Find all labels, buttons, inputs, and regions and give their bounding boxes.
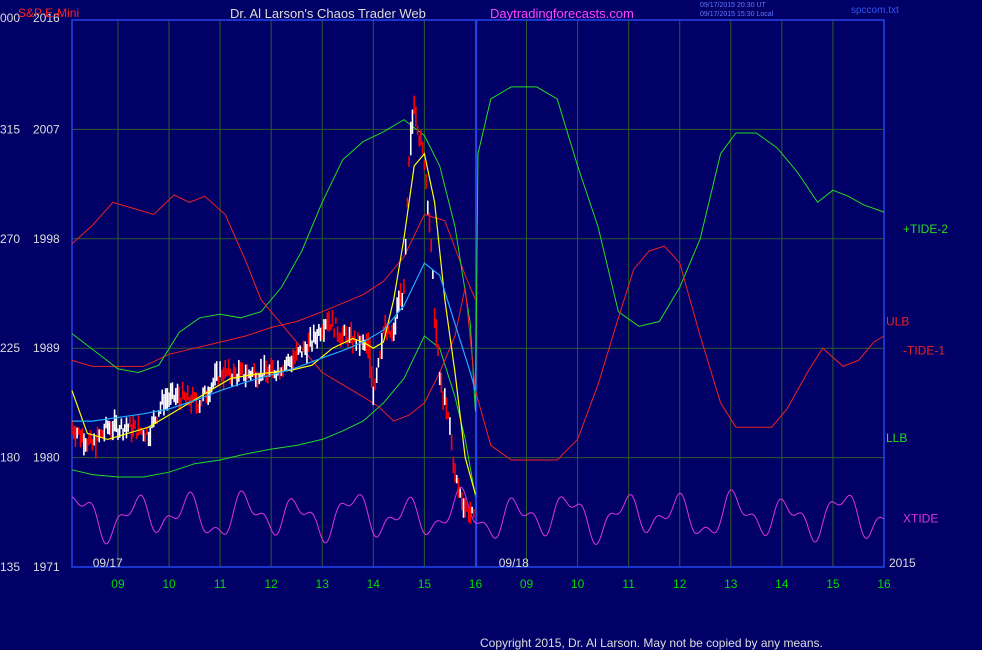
ulb-line (71, 213, 476, 367)
y-angle-label: 180 (0, 451, 20, 465)
x-tick-label: 13 (316, 577, 330, 591)
ma-fast-line (72, 262, 476, 422)
x-tick-label: 14 (367, 577, 381, 591)
y-tick-label: 1989 (33, 341, 60, 355)
day-label: 09/18 (499, 556, 529, 570)
y-tick-label: 1980 (33, 451, 60, 465)
y-tick-label: 1998 (33, 232, 60, 246)
x-tick-label: 13 (724, 577, 738, 591)
series-label: +TIDE-2 (903, 222, 948, 236)
series-label: -TIDE-1 (903, 344, 945, 358)
x-tick-label: 16 (877, 577, 891, 591)
year-label: 2015 (889, 556, 916, 570)
site-link[interactable]: Daytradingforecasts.com (490, 7, 634, 20)
y-tick-label: 2007 (33, 122, 60, 136)
y-angle-label: 225 (0, 341, 20, 355)
y-angle-label: 135 (0, 560, 20, 574)
series-label: ULB (886, 314, 909, 328)
x-tick-label: 11 (622, 577, 635, 591)
plot-frame (71, 19, 885, 568)
copyright: Copyright 2015, Dr. Al Larson. May not b… (480, 636, 823, 650)
x-tick-label: 09 (520, 577, 534, 591)
tide-minus-line (71, 194, 885, 461)
timestamp-utc: 09/17/2015 20:30 UT (700, 2, 766, 9)
x-tick-label: 16 (469, 577, 483, 591)
y-tick-label: 1971 (33, 560, 60, 574)
x-tick-label: 09 (111, 577, 125, 591)
y-angle-label: 270 (0, 232, 20, 246)
timestamp-local: 09/17/2015 15:30 Local (700, 11, 774, 18)
x-tick-label: 14 (775, 577, 789, 591)
x-tick-label: 12 (673, 577, 687, 591)
chart-title: Dr. Al Larson's Chaos Trader Web (230, 6, 426, 21)
x-tick-label: 12 (264, 577, 278, 591)
y-angle-label: 315 (0, 122, 20, 136)
xtide-line (71, 486, 885, 546)
x-tick-label: 10 (162, 577, 176, 591)
day-label: 09/17 (93, 556, 123, 570)
series-label: XTIDE (903, 511, 938, 525)
series-label: LLB (886, 431, 907, 445)
x-tick-label: 11 (214, 577, 227, 591)
ma-slow-line (71, 152, 476, 495)
x-tick-label: 15 (418, 577, 432, 591)
chart-svg: 000 2016315 2007270 1998225 1989180 1980135 19… (0, 11, 948, 591)
x-tick-label: 15 (826, 577, 840, 591)
file-name: spccom.txt (851, 5, 899, 16)
tide-plus-line (71, 86, 885, 412)
x-tick-label: 10 (571, 577, 585, 591)
symbol-label: S&P E-Mini (18, 6, 80, 20)
